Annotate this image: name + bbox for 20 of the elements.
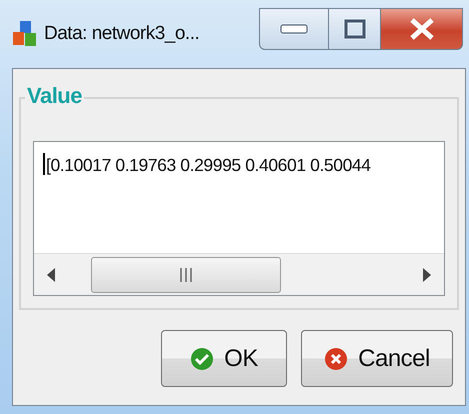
right-arrow-icon[interactable] <box>423 268 431 282</box>
text-cursor <box>43 153 45 175</box>
maximize-icon <box>344 19 366 39</box>
window-title: Data: network3_o... <box>44 22 200 46</box>
ok-button[interactable]: OK <box>161 330 287 387</box>
left-arrow-icon[interactable] <box>47 268 55 282</box>
cancel-button[interactable]: Cancel <box>301 330 453 387</box>
check-icon <box>190 346 214 370</box>
minimize-button[interactable] <box>259 8 329 50</box>
text-area[interactable]: [0.10017 0.19763 0.29995 0.40601 0.50044 <box>33 141 445 296</box>
cross-icon <box>324 346 348 370</box>
grip-icon <box>179 268 193 282</box>
close-button[interactable] <box>381 8 463 50</box>
value-text: [0.10017 0.19763 0.29995 0.40601 0.50044 <box>46 155 371 175</box>
cubes-icon <box>12 20 38 48</box>
horizontal-scrollbar[interactable] <box>34 253 444 295</box>
scrollbar-thumb[interactable] <box>91 256 281 292</box>
close-icon <box>408 17 434 41</box>
minimize-icon <box>280 24 308 34</box>
maximize-button[interactable] <box>329 8 381 50</box>
